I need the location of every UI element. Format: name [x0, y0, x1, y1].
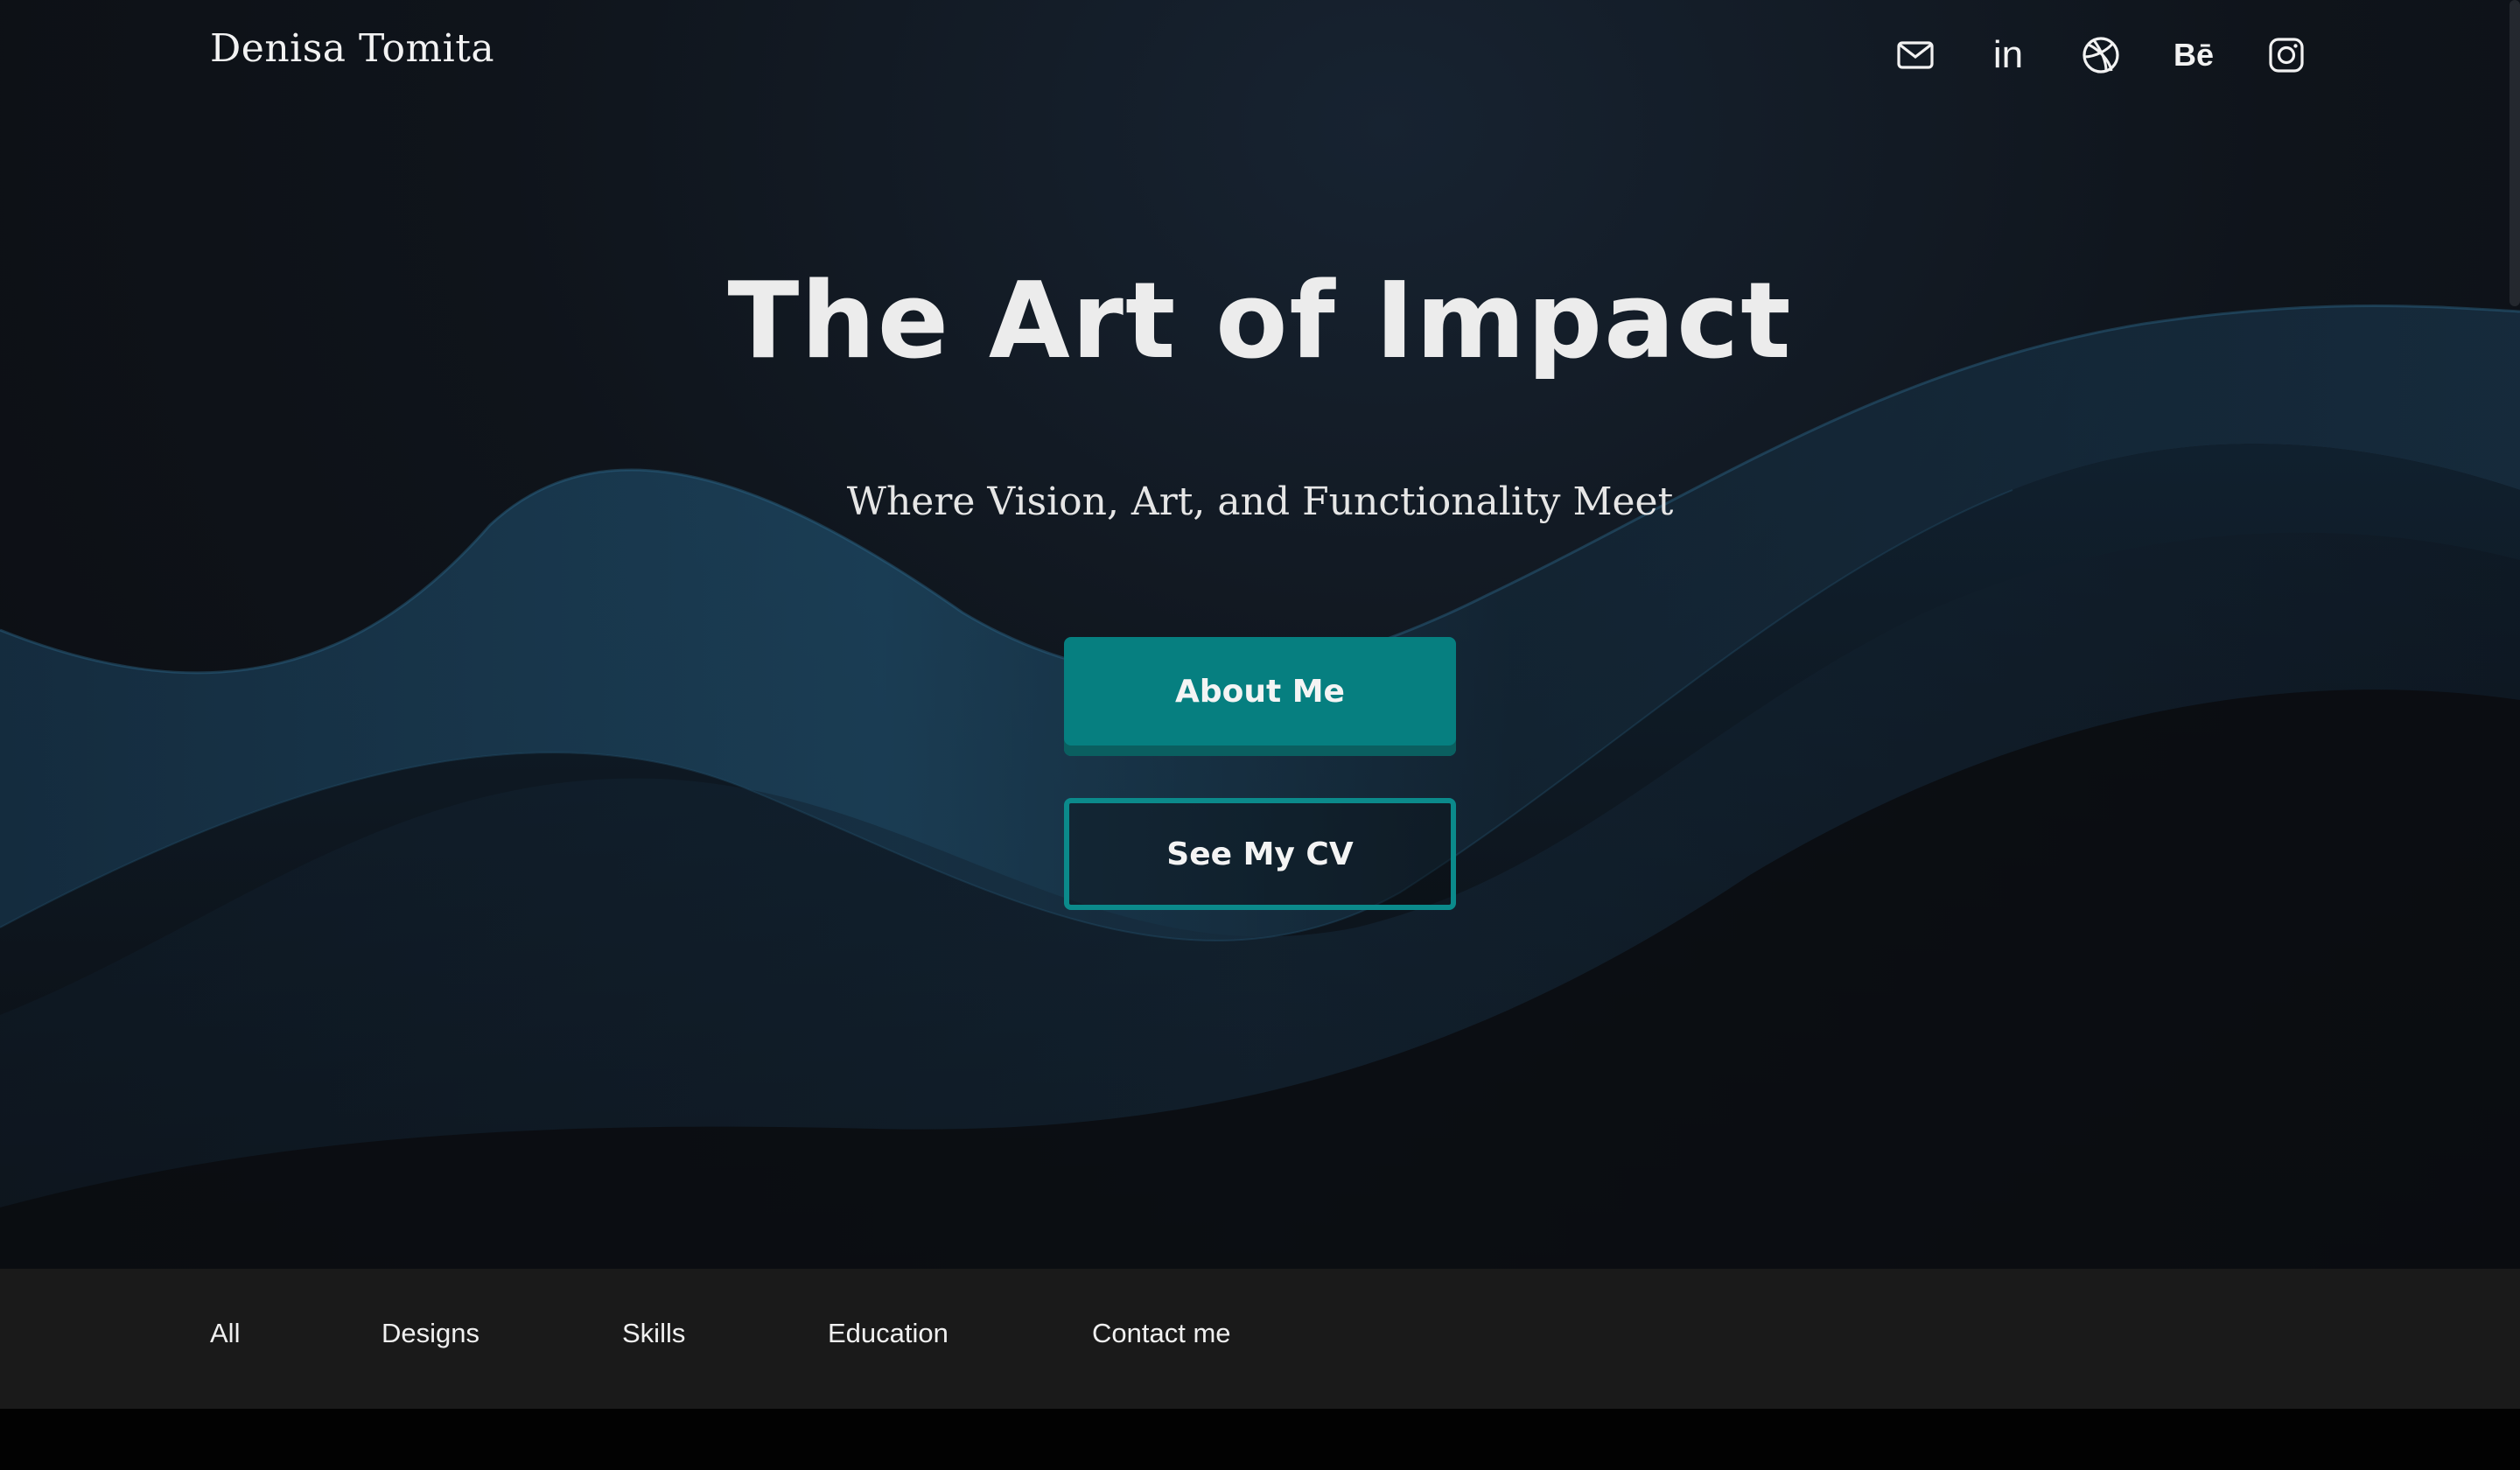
behance-label: Bē — [2173, 37, 2215, 73]
dribbble-icon[interactable] — [2077, 32, 2124, 79]
brand-name[interactable]: Denisa Tomita — [210, 26, 494, 71]
category-nav: All Designs Skills Education Contact me — [0, 1269, 2520, 1409]
nav-item-education[interactable]: Education — [828, 1318, 948, 1349]
site-header: Denisa Tomita in Bē — [0, 0, 2520, 114]
linkedin-label: in — [1992, 33, 2024, 76]
see-cv-button[interactable]: See My CV — [1064, 798, 1456, 910]
hero-wave-background — [0, 304, 2520, 1269]
hero-subtitle: Where Vision, Art, and Functionality Mee… — [846, 480, 1674, 524]
nav-item-skills[interactable]: Skills — [622, 1318, 685, 1349]
social-links: in Bē — [1892, 32, 2310, 79]
nav-item-contact[interactable]: Contact me — [1092, 1318, 1231, 1349]
page-bottom — [0, 1409, 2520, 1470]
mail-icon[interactable] — [1892, 32, 1939, 79]
nav-item-all[interactable]: All — [210, 1318, 240, 1349]
hero-section: Denisa Tomita in Bē The Art of Impact Wh… — [0, 0, 2520, 1269]
hero-title: The Art of Impact — [727, 261, 1793, 382]
instagram-icon[interactable] — [2263, 32, 2310, 79]
linkedin-icon[interactable]: in — [1984, 32, 2032, 79]
about-me-button[interactable]: About Me — [1064, 637, 1456, 756]
nav-item-designs[interactable]: Designs — [382, 1318, 480, 1349]
behance-icon[interactable]: Bē — [2170, 32, 2217, 79]
